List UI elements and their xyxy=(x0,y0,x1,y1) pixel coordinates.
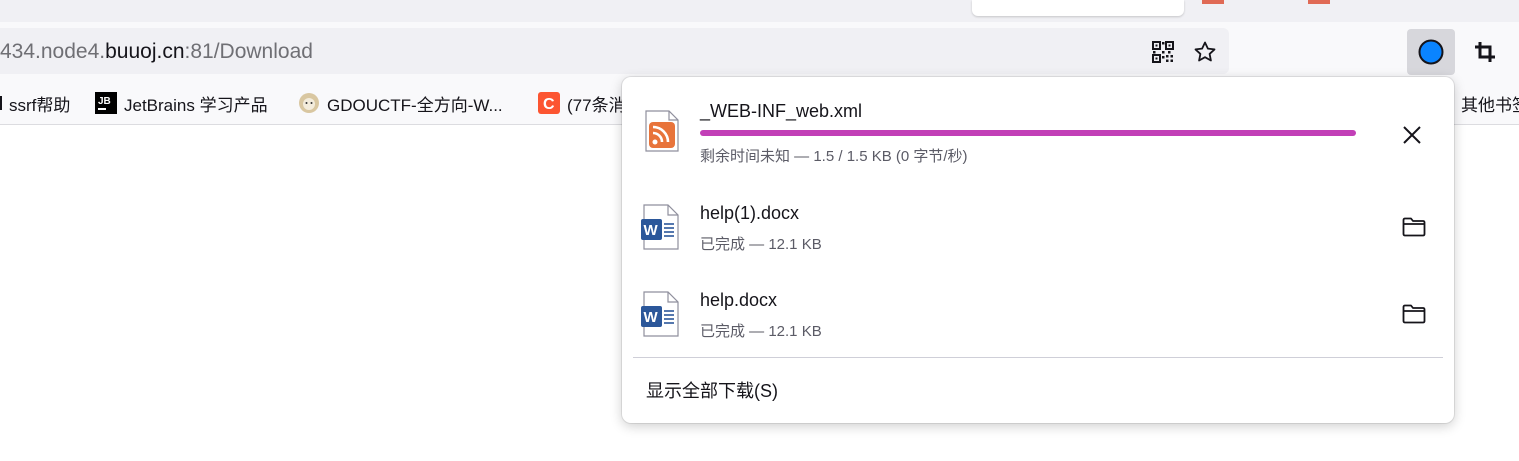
download-status: 已完成 — 12.1 KB xyxy=(700,236,822,253)
bookmark-jetbrains[interactable]: JB JetBrains 学习产品 xyxy=(95,90,268,116)
cancel-download-button[interactable] xyxy=(1396,119,1428,151)
active-tab[interactable] xyxy=(972,0,1184,16)
bookmark-label: ssrf帮助 xyxy=(9,95,71,115)
download-file-name[interactable]: _WEB-INF_web.xml xyxy=(700,101,862,122)
open-containing-folder-button[interactable] xyxy=(1397,298,1431,330)
panel-divider xyxy=(633,357,1443,358)
bookmark-label: JetBrains 学习产品 xyxy=(124,95,268,115)
download-progress-bar xyxy=(700,130,1356,136)
word-doc-icon: W xyxy=(640,204,680,250)
show-all-downloads-button[interactable]: 显示全部下载(S) xyxy=(646,377,778,403)
bookmark-gdouctf[interactable]: GDOUCTF-全方向-W... xyxy=(298,90,503,116)
bookmark-label: (77条消 xyxy=(567,95,626,115)
screenshot-crop-icon[interactable] xyxy=(1471,38,1499,66)
bookmark-other-bookmarks[interactable]: 其他书签 xyxy=(1461,90,1519,116)
bookmark-csdn[interactable]: C (77条消 xyxy=(538,90,626,116)
sheep-avatar-icon xyxy=(298,92,320,114)
folder-icon xyxy=(0,96,2,110)
download-file-name[interactable]: help.docx xyxy=(700,290,777,311)
tab-favicon-fragment[interactable] xyxy=(1202,0,1224,4)
svg-text:JB: JB xyxy=(98,96,111,107)
qr-code-icon[interactable] xyxy=(1150,39,1176,65)
downloads-progress-icon xyxy=(1418,39,1444,65)
csdn-icon: C xyxy=(538,92,560,114)
downloads-button[interactable] xyxy=(1407,29,1455,75)
download-status: 已完成 — 12.1 KB xyxy=(700,323,822,340)
tab-strip xyxy=(0,0,1519,22)
close-icon xyxy=(1403,126,1421,144)
open-containing-folder-button[interactable] xyxy=(1397,211,1431,243)
downloads-panel: _WEB-INF_web.xml 剩余时间未知 — 1.5 / 1.5 KB (… xyxy=(622,77,1454,423)
folder-icon xyxy=(1402,217,1426,237)
rss-file-icon xyxy=(644,110,680,152)
bookmark-label: GDOUCTF-全方向-W... xyxy=(327,95,503,115)
svg-text:C: C xyxy=(543,96,555,113)
word-doc-icon: W xyxy=(640,291,680,337)
svg-text:W: W xyxy=(644,222,659,239)
url-text[interactable]: 434.node4.buuoj.cn:81/Download xyxy=(0,40,313,64)
jetbrains-icon: JB xyxy=(95,92,117,114)
download-file-name[interactable]: help(1).docx xyxy=(700,203,799,224)
tab-favicon-fragment[interactable] xyxy=(1308,0,1330,4)
bookmark-ssrf-help[interactable]: ssrf帮助 xyxy=(0,90,70,116)
download-status: 剩余时间未知 — 1.5 / 1.5 KB (0 字节/秒) xyxy=(700,148,968,165)
svg-text:W: W xyxy=(644,309,659,326)
star-bookmark-icon[interactable] xyxy=(1191,38,1219,66)
folder-icon xyxy=(1402,304,1426,324)
bookmark-label: 其他书签 xyxy=(1461,95,1519,115)
